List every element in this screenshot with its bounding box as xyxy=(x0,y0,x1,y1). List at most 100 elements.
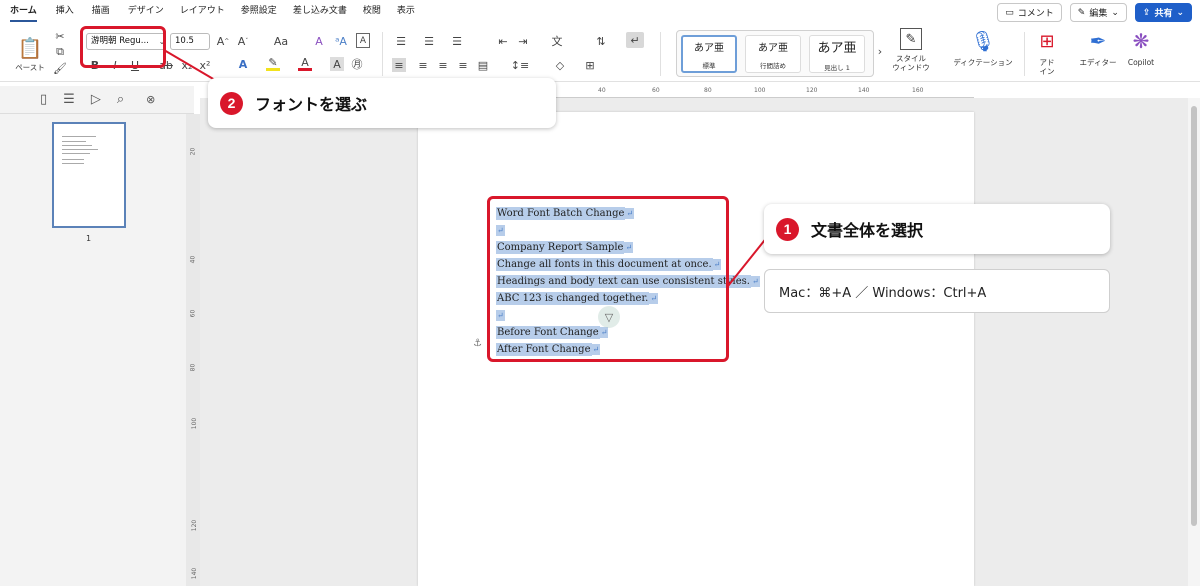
character-shading-icon[interactable]: A xyxy=(330,57,344,71)
align-left-icon[interactable]: ≡ xyxy=(392,58,406,72)
tab-design[interactable]: デザイン xyxy=(128,0,164,26)
ribbon-separator xyxy=(382,32,383,76)
align-center-icon[interactable]: ≡ xyxy=(416,58,430,72)
clear-formatting-icon[interactable]: A xyxy=(312,34,326,48)
horizontal-ruler[interactable]: 40 60 80 100 120 140 160 xyxy=(540,86,974,98)
format-painter-icon[interactable]: 🖌 xyxy=(53,62,67,75)
vertical-ruler[interactable]: 20 40 60 80 100 120 140 xyxy=(186,114,200,586)
numbering-icon[interactable]: ☰ xyxy=(420,34,438,48)
ruler-tick-label: 100 xyxy=(754,87,766,94)
thumb-text-line xyxy=(62,153,90,154)
paragraph-mark-icon: ↵ xyxy=(750,276,760,287)
styles-more-chevron-icon[interactable]: › xyxy=(876,44,884,58)
styles-pane-button[interactable]: ✎ スタイル ウィンドウ xyxy=(888,28,934,72)
bullets-icon[interactable]: ☰ xyxy=(392,34,410,48)
ruler-tick-label: 120 xyxy=(806,87,818,94)
callout-step1-text: 文書全体を選択 xyxy=(811,221,924,240)
chevron-down-icon: ⌄ xyxy=(1176,7,1184,18)
thumb-text-line xyxy=(62,163,84,164)
page-thumbnails-icon[interactable]: ▯ xyxy=(40,92,47,107)
callout-step2-text: フォントを選ぶ xyxy=(255,95,368,114)
chevron-down-icon: ⌄ xyxy=(1111,7,1119,18)
scrollbar-thumb[interactable] xyxy=(1191,106,1197,526)
ruler-tick-label: 140 xyxy=(858,87,870,94)
callout-step2: 2 フォントを選ぶ xyxy=(208,78,556,128)
character-border-icon[interactable]: A xyxy=(356,33,370,48)
thumb-text-line xyxy=(62,145,92,146)
tab-mailings[interactable]: 差し込み文書 xyxy=(293,0,347,26)
shrink-font-icon[interactable]: Aˇ xyxy=(236,34,250,48)
shortcut-hint: Mac：⌘+A ／ Windows：Ctrl+A xyxy=(764,269,1110,313)
asian-layout-icon[interactable]: 文 xyxy=(548,34,566,48)
search-icon[interactable]: ⌕ xyxy=(117,92,124,107)
add-ins-button[interactable]: ⊞ アド イン xyxy=(1032,28,1062,76)
copilot-icon: ❋ xyxy=(1132,28,1150,53)
vertical-scrollbar[interactable] xyxy=(1188,98,1200,586)
text-effects-icon[interactable]: A xyxy=(236,57,250,71)
editor-icon: ✒ xyxy=(1089,28,1107,53)
paste-button[interactable]: 📋 ペースト xyxy=(10,32,50,76)
ribbon: 📋 ペースト ✂ ⧉ 🖌 游明朝 Regu... ⌄ 10.5 A ^ Aˇ Aa… xyxy=(0,26,1200,82)
thumb-text-line xyxy=(62,149,98,150)
multilevel-list-icon[interactable]: ☰ xyxy=(448,34,466,48)
sort-icon[interactable]: ⇅ xyxy=(594,34,608,48)
ribbon-separator xyxy=(1024,32,1025,76)
tab-home[interactable]: ホーム xyxy=(10,0,37,26)
decrease-indent-icon[interactable]: ⇤ xyxy=(496,34,510,48)
enclosed-character-icon[interactable]: ㊊ xyxy=(350,57,364,71)
phonetic-guide-icon[interactable]: ᵃA xyxy=(334,34,348,48)
menu-bar: ホーム 挿入 描画 デザイン レイアウト 参照設定 差し込み文書 校閲 表示 ▭… xyxy=(0,0,1200,26)
microphone-icon: 🎙 xyxy=(970,28,996,53)
callout-step1: 1 文書全体を選択 xyxy=(764,204,1110,254)
increase-indent-icon[interactable]: ⇥ xyxy=(516,34,530,48)
change-case-icon[interactable]: Aa xyxy=(270,34,292,48)
ruler-tick-label: 60 xyxy=(189,309,197,318)
highlight-color-icon[interactable]: ✎ xyxy=(266,56,280,71)
subscript-icon[interactable]: x₂ xyxy=(180,58,194,72)
font-size-select[interactable]: 10.5 xyxy=(170,33,210,50)
editor-button[interactable]: ✒ エディター xyxy=(1076,28,1120,68)
style-heading-1[interactable]: あア亜 見出し 1 xyxy=(809,35,865,73)
tab-review[interactable]: 校閲 xyxy=(363,0,381,26)
style-normal[interactable]: あア亜 標準 xyxy=(681,35,737,73)
dictate-button[interactable]: 🎙 ディクテーション xyxy=(948,28,1018,68)
tab-view[interactable]: 表示 xyxy=(397,0,415,26)
shading-icon[interactable]: ◇ xyxy=(552,58,568,72)
tab-insert[interactable]: 挿入 xyxy=(56,0,74,26)
cut-icon[interactable]: ✂ xyxy=(54,30,66,43)
comment-button[interactable]: ▭ コメント xyxy=(997,3,1062,22)
tab-layout[interactable]: レイアウト xyxy=(180,0,225,26)
page-number-label: 1 xyxy=(86,234,92,243)
selection-highlight xyxy=(487,196,729,362)
borders-icon[interactable]: ⊞ xyxy=(582,58,598,72)
tab-references[interactable]: 参照設定 xyxy=(241,0,277,26)
thumb-text-line xyxy=(62,141,86,142)
show-formatting-marks-icon[interactable]: ↵ xyxy=(626,32,644,48)
align-right-icon[interactable]: ≡ xyxy=(436,58,450,72)
step-badge: 1 xyxy=(776,217,799,241)
edit-mode-button[interactable]: ✎ 編集 ⌄ xyxy=(1069,3,1127,22)
copy-icon[interactable]: ⧉ xyxy=(54,45,66,58)
close-icon[interactable]: ⊗ xyxy=(146,93,155,106)
copilot-button[interactable]: ❋ Copilot xyxy=(1124,28,1158,68)
grow-font-icon[interactable]: A ^ xyxy=(216,34,230,48)
ruler-tick-label: 80 xyxy=(189,363,197,372)
line-spacing-icon[interactable]: ↕≡ xyxy=(510,58,530,72)
distributed-icon[interactable]: ▤ xyxy=(476,58,490,72)
ribbon-separator xyxy=(660,32,661,76)
share-button[interactable]: ⇪ 共有 ⌄ xyxy=(1134,3,1192,22)
page-thumbnail[interactable] xyxy=(52,122,126,228)
ruler-tick-label: 140 xyxy=(191,567,199,580)
justify-icon[interactable]: ≡ xyxy=(456,58,470,72)
document-pane-icon[interactable]: ▷ xyxy=(91,92,101,107)
thumb-text-line xyxy=(62,159,84,160)
ruler-tick-label: 100 xyxy=(191,417,199,430)
navigation-toolbar: ▯ ☰ ▷ ⌕ ⊗ xyxy=(0,86,194,114)
superscript-icon[interactable]: x² xyxy=(198,58,212,72)
font-color-icon[interactable]: A xyxy=(298,56,312,71)
page-thumbnail-panel: 1 xyxy=(0,114,186,586)
outline-icon[interactable]: ☰ xyxy=(63,92,75,107)
style-no-spacing[interactable]: あア亜 行間詰め xyxy=(745,35,801,73)
anchor-icon: ⚓ xyxy=(473,338,482,349)
tab-draw[interactable]: 描画 xyxy=(92,0,110,26)
